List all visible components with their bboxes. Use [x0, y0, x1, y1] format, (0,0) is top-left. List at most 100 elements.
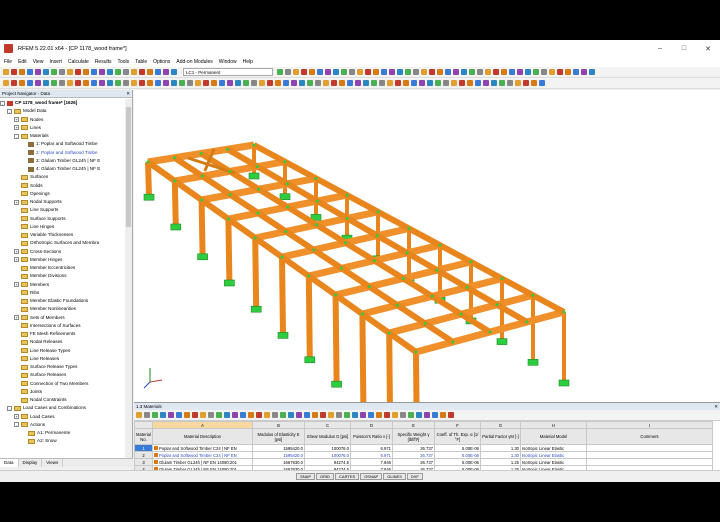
column-header[interactable]: Coeff. of Th. Exp. α [1/°F] [434, 428, 481, 445]
table-tool-icon[interactable] [160, 412, 166, 418]
tree-item[interactable]: 1: Poplar and Softwood Timbe [0, 140, 125, 148]
toolbar-tool-icon[interactable] [43, 69, 49, 75]
node[interactable] [146, 160, 150, 164]
node[interactable] [525, 320, 529, 324]
toolbar-tool-icon[interactable] [341, 69, 347, 75]
menu-item-calculate[interactable]: Calculate [68, 59, 89, 65]
toolbar-tool-icon[interactable] [403, 80, 409, 86]
column-header[interactable]: Material No. [134, 428, 153, 445]
node[interactable] [257, 187, 261, 191]
toolbar-tool-icon[interactable] [541, 69, 547, 75]
tree-item[interactable]: A1: Permanente [0, 429, 125, 437]
tree-item[interactable]: - Materials [0, 132, 125, 140]
table-cell[interactable]: 5.00E-06 [434, 458, 481, 466]
node[interactable] [414, 350, 418, 354]
toolbar-tool-icon[interactable] [195, 80, 201, 86]
toolbar-tool-icon[interactable] [75, 80, 81, 86]
table-tool-icon[interactable] [432, 412, 438, 418]
nodal-support[interactable] [224, 279, 235, 287]
menu-item-view[interactable]: View [33, 59, 44, 65]
table-tool-icon[interactable] [192, 412, 198, 418]
table-cell[interactable]: Isotropic Linear Elastic [520, 444, 587, 452]
toolbar-tool-icon[interactable] [405, 69, 411, 75]
table-tool-icon[interactable] [408, 412, 414, 418]
tree-item[interactable]: + Member Hinges [0, 256, 125, 264]
table-tool-icon[interactable] [392, 412, 398, 418]
node[interactable] [256, 211, 260, 215]
column[interactable] [225, 218, 233, 283]
tree-item[interactable]: Connection of Two Members [0, 380, 125, 388]
tree-item[interactable]: Line Releases [0, 355, 125, 363]
toolbar-tool-icon[interactable] [275, 80, 281, 86]
node[interactable] [345, 216, 349, 220]
toolbar-tool-icon[interactable] [461, 69, 467, 75]
column-header[interactable]: Poisson's Ratio ν [-] [350, 428, 393, 445]
table-tool-icon[interactable] [264, 412, 270, 418]
table-cell[interactable]: 1595420.0 [252, 451, 305, 459]
node[interactable] [286, 205, 290, 209]
tree-project-root[interactable]: - CP 1178_wood frame* [1626] [0, 99, 125, 107]
toolbar-tool-icon[interactable] [325, 69, 331, 75]
toolbar-tool-icon[interactable] [91, 69, 97, 75]
table-tool-icon[interactable] [232, 412, 238, 418]
table-cell[interactable]: 26.737 [392, 458, 435, 466]
toolbar-tool-icon[interactable] [467, 80, 473, 86]
toolbar-tool-icon[interactable] [163, 80, 169, 86]
tree-item[interactable]: + Sets of Members [0, 314, 125, 322]
nodal-support[interactable] [304, 356, 316, 364]
tree-item[interactable]: + Members [0, 281, 125, 289]
toolbar-tool-icon[interactable] [573, 69, 579, 75]
status-toggle-glines[interactable]: GLINES [383, 473, 406, 480]
row-number[interactable]: 2 [134, 451, 153, 459]
toolbar-tool-icon[interactable] [163, 69, 169, 75]
node[interactable] [255, 165, 259, 169]
node[interactable] [345, 193, 349, 197]
column[interactable] [413, 351, 420, 459]
node[interactable] [375, 234, 379, 238]
tree-item[interactable]: Line Supports [0, 206, 125, 214]
tree-item[interactable]: Openings [0, 190, 125, 198]
table-cell[interactable]: 7.846 [350, 458, 393, 466]
toolbar-tool-icon[interactable] [363, 80, 369, 86]
toolbar-tool-icon[interactable] [507, 80, 513, 86]
tree-item[interactable]: Joints [0, 388, 125, 396]
column-header[interactable]: Specific Weight γ [lbf/ft³] [392, 428, 435, 445]
table-row[interactable]: 3 Glulam Timber GL24h | NF EN 14080:201 16… [134, 458, 713, 466]
toolbar-tool-icon[interactable] [483, 80, 489, 86]
column-letter[interactable]: I [586, 421, 713, 429]
toolbar-tool-icon[interactable] [27, 80, 33, 86]
node[interactable] [344, 241, 347, 245]
toolbar-tool-icon[interactable] [427, 80, 433, 86]
nodal-support[interactable] [143, 193, 155, 201]
tree-item[interactable]: Solids [0, 182, 125, 190]
column-letter[interactable]: H [520, 421, 587, 429]
row-number[interactable]: 3 [134, 458, 153, 466]
column-letter[interactable]: C [304, 421, 351, 429]
table-tool-icon[interactable] [208, 412, 214, 418]
table-tool-icon[interactable] [376, 412, 382, 418]
collapse-icon[interactable]: - [14, 422, 19, 428]
table-tool-icon[interactable] [368, 412, 374, 418]
table-cell[interactable]: 94274.5 [304, 458, 351, 466]
table-tool-icon[interactable] [288, 412, 294, 418]
table-cell[interactable]: 6.971 [350, 444, 393, 452]
toolbar-tool-icon[interactable] [531, 80, 537, 86]
tree-item[interactable]: Line Hinges [0, 223, 125, 231]
table-cell[interactable] [586, 458, 713, 466]
table-tool-icon[interactable] [384, 412, 390, 418]
table-tool-icon[interactable] [312, 412, 318, 418]
tree-item[interactable]: 2: Poplar and Softwood Timbe [0, 149, 125, 157]
toolbar-tool-icon[interactable] [155, 80, 161, 86]
tree-item[interactable]: Nodal Constraints [0, 396, 125, 404]
menu-item-window[interactable]: Window [219, 59, 237, 65]
toolbar-tool-icon[interactable] [283, 80, 289, 86]
table-tool-icon[interactable] [416, 412, 422, 418]
table-cell[interactable]: 6.971 [350, 451, 393, 459]
menu-item-help[interactable]: Help [243, 59, 253, 65]
column-letter[interactable]: E [392, 421, 435, 429]
node[interactable] [200, 174, 204, 178]
table-cell[interactable]: 26.737 [392, 451, 435, 459]
axis-x[interactable] [149, 379, 163, 383]
column[interactable] [145, 161, 152, 197]
toolbar-tool-icon[interactable] [339, 80, 345, 86]
